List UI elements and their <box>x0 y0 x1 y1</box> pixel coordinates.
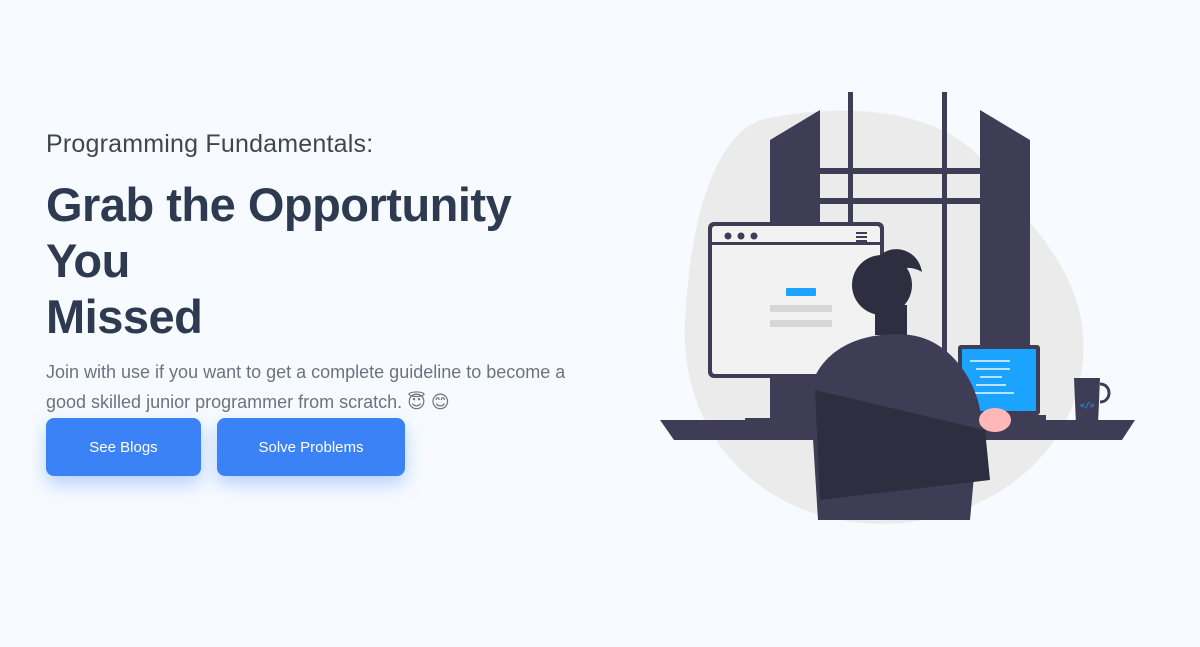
hero-description-text: Join with use if you want to get a compl… <box>46 362 566 412</box>
hero-text-block: Programming Fundamentals: Grab the Oppor… <box>46 130 606 417</box>
hero-buttons: See Blogs Solve Problems <box>46 418 405 476</box>
see-blogs-button[interactable]: See Blogs <box>46 418 201 476</box>
hero-eyebrow: Programming Fundamentals: <box>46 130 374 158</box>
developer-illustration: </> <box>660 92 1135 524</box>
svg-text:</>: </> <box>1080 401 1095 410</box>
mug-icon: </> <box>1074 378 1111 425</box>
hero-description: Join with use if you want to get a compl… <box>46 357 586 417</box>
hero-headline: Grab the Opportunity You Missed <box>46 177 606 345</box>
hero-headline-line1: Grab the Opportunity You <box>46 178 512 287</box>
emoji-icons: 😇 😊 <box>407 392 450 412</box>
hero-headline-line2: Missed <box>46 290 203 343</box>
solve-problems-button[interactable]: Solve Problems <box>217 418 405 476</box>
hero-section: Programming Fundamentals: Grab the Oppor… <box>0 0 1200 647</box>
